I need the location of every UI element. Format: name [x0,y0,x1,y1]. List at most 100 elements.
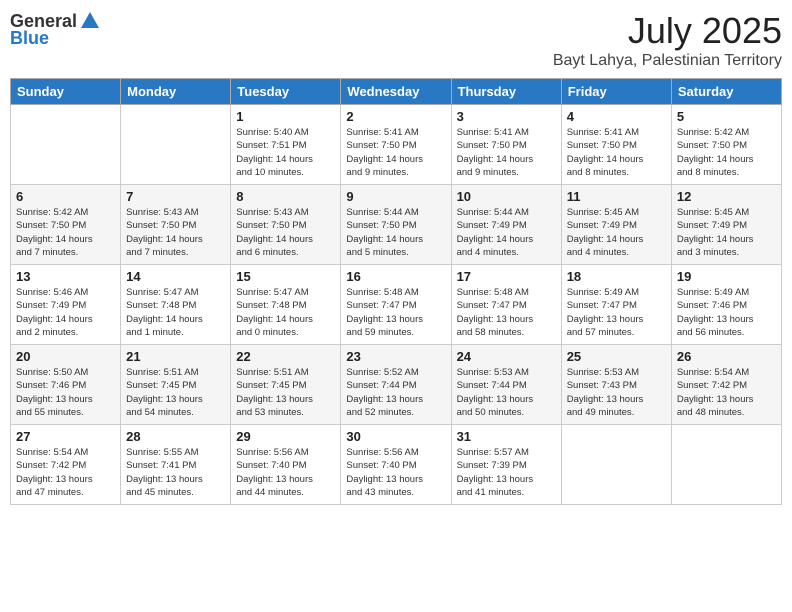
day-info: Sunrise: 5:45 AMSunset: 7:49 PMDaylight:… [567,206,666,259]
table-row: 13Sunrise: 5:46 AMSunset: 7:49 PMDayligh… [11,265,121,345]
table-row: 18 Sunrise: 5:49 AMSunset: 7:47 PMDayligh… [561,265,671,345]
calendar-week-1: 1Sunrise: 5:40 AMSunset: 7:51 PMDaylight… [11,105,782,185]
day-info: Sunrise: 5:42 AMSunset: 7:50 PMDaylight:… [16,206,115,259]
day-number: 24 [457,349,556,364]
day-number: 25 [567,349,666,364]
day-info: Sunrise: 5:43 AMSunset: 7:50 PMDaylight:… [126,206,225,259]
table-row: 22 Sunrise: 5:51 AMSunset: 7:45 PMDayligh… [231,345,341,425]
logo: General Blue [10,10,101,49]
table-row: 12 Sunrise: 5:45 AMSunset: 7:49 PMDayligh… [671,185,781,265]
table-row [561,425,671,505]
calendar-week-5: 27 Sunrise: 5:54 AMSunset: 7:42 PMDayligh… [11,425,782,505]
day-number: 23 [346,349,445,364]
day-number: 11 [567,189,666,204]
col-saturday: Saturday [671,79,781,105]
day-number: 17 [457,269,556,284]
day-info: Sunrise: 5:42 AMSunset: 7:50 PMDaylight:… [677,126,776,179]
day-info: Sunrise: 5:41 AMSunset: 7:50 PMDaylight:… [457,126,556,179]
day-number: 19 [677,269,776,284]
table-row: 24 Sunrise: 5:53 AMSunset: 7:44 PMDayligh… [451,345,561,425]
day-info: Sunrise: 5:56 AMSunset: 7:40 PMDaylight:… [346,446,445,499]
day-info: Sunrise: 5:44 AMSunset: 7:49 PMDaylight:… [457,206,556,259]
table-row: 7 Sunrise: 5:43 AMSunset: 7:50 PMDaylight… [121,185,231,265]
day-number: 15 [236,269,335,284]
calendar-week-4: 20 Sunrise: 5:50 AMSunset: 7:46 PMDayligh… [11,345,782,425]
day-number: 30 [346,429,445,444]
table-row: 28 Sunrise: 5:55 AMSunset: 7:41 PMDayligh… [121,425,231,505]
table-row: 9 Sunrise: 5:44 AMSunset: 7:50 PMDaylight… [341,185,451,265]
day-info: Sunrise: 5:51 AMSunset: 7:45 PMDaylight:… [236,366,335,419]
table-row: 3 Sunrise: 5:41 AMSunset: 7:50 PMDaylight… [451,105,561,185]
col-tuesday: Tuesday [231,79,341,105]
table-row: 19Sunrise: 5:49 AMSunset: 7:46 PMDayligh… [671,265,781,345]
day-number: 31 [457,429,556,444]
day-number: 6 [16,189,115,204]
day-number: 7 [126,189,225,204]
day-number: 27 [16,429,115,444]
day-info: Sunrise: 5:51 AMSunset: 7:45 PMDaylight:… [126,366,225,419]
day-info: Sunrise: 5:50 AMSunset: 7:46 PMDaylight:… [16,366,115,419]
day-number: 2 [346,109,445,124]
table-row: 30 Sunrise: 5:56 AMSunset: 7:40 PMDayligh… [341,425,451,505]
table-row: 20 Sunrise: 5:50 AMSunset: 7:46 PMDayligh… [11,345,121,425]
day-info: Sunrise: 5:52 AMSunset: 7:44 PMDaylight:… [346,366,445,419]
table-row: 14Sunrise: 5:47 AMSunset: 7:48 PMDayligh… [121,265,231,345]
day-number: 20 [16,349,115,364]
table-row: 10Sunrise: 5:44 AMSunset: 7:49 PMDayligh… [451,185,561,265]
day-number: 9 [346,189,445,204]
table-row: 11 Sunrise: 5:45 AMSunset: 7:49 PMDayligh… [561,185,671,265]
month-title: July 2025 [553,10,782,52]
day-info: Sunrise: 5:49 AMSunset: 7:47 PMDaylight:… [567,286,666,339]
col-wednesday: Wednesday [341,79,451,105]
table-row: 29Sunrise: 5:56 AMSunset: 7:40 PMDayligh… [231,425,341,505]
day-number: 18 [567,269,666,284]
day-number: 26 [677,349,776,364]
day-number: 13 [16,269,115,284]
col-friday: Friday [561,79,671,105]
day-number: 21 [126,349,225,364]
table-row: 23 Sunrise: 5:52 AMSunset: 7:44 PMDayligh… [341,345,451,425]
calendar-header-row: Sunday Monday Tuesday Wednesday Thursday… [11,79,782,105]
day-info: Sunrise: 5:41 AMSunset: 7:50 PMDaylight:… [346,126,445,179]
day-info: Sunrise: 5:45 AMSunset: 7:49 PMDaylight:… [677,206,776,259]
day-info: Sunrise: 5:48 AMSunset: 7:47 PMDaylight:… [346,286,445,339]
day-number: 5 [677,109,776,124]
table-row: 31 Sunrise: 5:57 AMSunset: 7:39 PMDayligh… [451,425,561,505]
day-info: Sunrise: 5:44 AMSunset: 7:50 PMDaylight:… [346,206,445,259]
day-info: Sunrise: 5:54 AMSunset: 7:42 PMDaylight:… [16,446,115,499]
table-row: 5 Sunrise: 5:42 AMSunset: 7:50 PMDaylight… [671,105,781,185]
table-row: 26Sunrise: 5:54 AMSunset: 7:42 PMDayligh… [671,345,781,425]
table-row: 17 Sunrise: 5:48 AMSunset: 7:47 PMDayligh… [451,265,561,345]
day-info: Sunrise: 5:47 AMSunset: 7:48 PMDaylight:… [126,286,225,339]
calendar-week-3: 13Sunrise: 5:46 AMSunset: 7:49 PMDayligh… [11,265,782,345]
day-info: Sunrise: 5:53 AMSunset: 7:44 PMDaylight:… [457,366,556,419]
day-info: Sunrise: 5:57 AMSunset: 7:39 PMDaylight:… [457,446,556,499]
day-info: Sunrise: 5:48 AMSunset: 7:47 PMDaylight:… [457,286,556,339]
day-number: 3 [457,109,556,124]
day-info: Sunrise: 5:53 AMSunset: 7:43 PMDaylight:… [567,366,666,419]
calendar-table: Sunday Monday Tuesday Wednesday Thursday… [10,78,782,505]
logo-blue-text: Blue [10,28,49,49]
title-area: July 2025 Bayt Lahya, Palestinian Territ… [553,10,782,70]
table-row: 1Sunrise: 5:40 AMSunset: 7:51 PMDaylight… [231,105,341,185]
day-info: Sunrise: 5:56 AMSunset: 7:40 PMDaylight:… [236,446,335,499]
day-number: 1 [236,109,335,124]
day-number: 22 [236,349,335,364]
day-number: 28 [126,429,225,444]
table-row: 8Sunrise: 5:43 AMSunset: 7:50 PMDaylight… [231,185,341,265]
day-info: Sunrise: 5:55 AMSunset: 7:41 PMDaylight:… [126,446,225,499]
logo-icon [79,10,101,32]
table-row [671,425,781,505]
day-info: Sunrise: 5:41 AMSunset: 7:50 PMDaylight:… [567,126,666,179]
table-row: 25 Sunrise: 5:53 AMSunset: 7:43 PMDayligh… [561,345,671,425]
day-info: Sunrise: 5:47 AMSunset: 7:48 PMDaylight:… [236,286,335,339]
day-number: 12 [677,189,776,204]
table-row: 16Sunrise: 5:48 AMSunset: 7:47 PMDayligh… [341,265,451,345]
col-sunday: Sunday [11,79,121,105]
table-row: 21 Sunrise: 5:51 AMSunset: 7:45 PMDayligh… [121,345,231,425]
table-row: 15 Sunrise: 5:47 AMSunset: 7:48 PMDayligh… [231,265,341,345]
calendar-week-2: 6 Sunrise: 5:42 AMSunset: 7:50 PMDaylight… [11,185,782,265]
table-row [121,105,231,185]
col-monday: Monday [121,79,231,105]
table-row: 2 Sunrise: 5:41 AMSunset: 7:50 PMDaylight… [341,105,451,185]
